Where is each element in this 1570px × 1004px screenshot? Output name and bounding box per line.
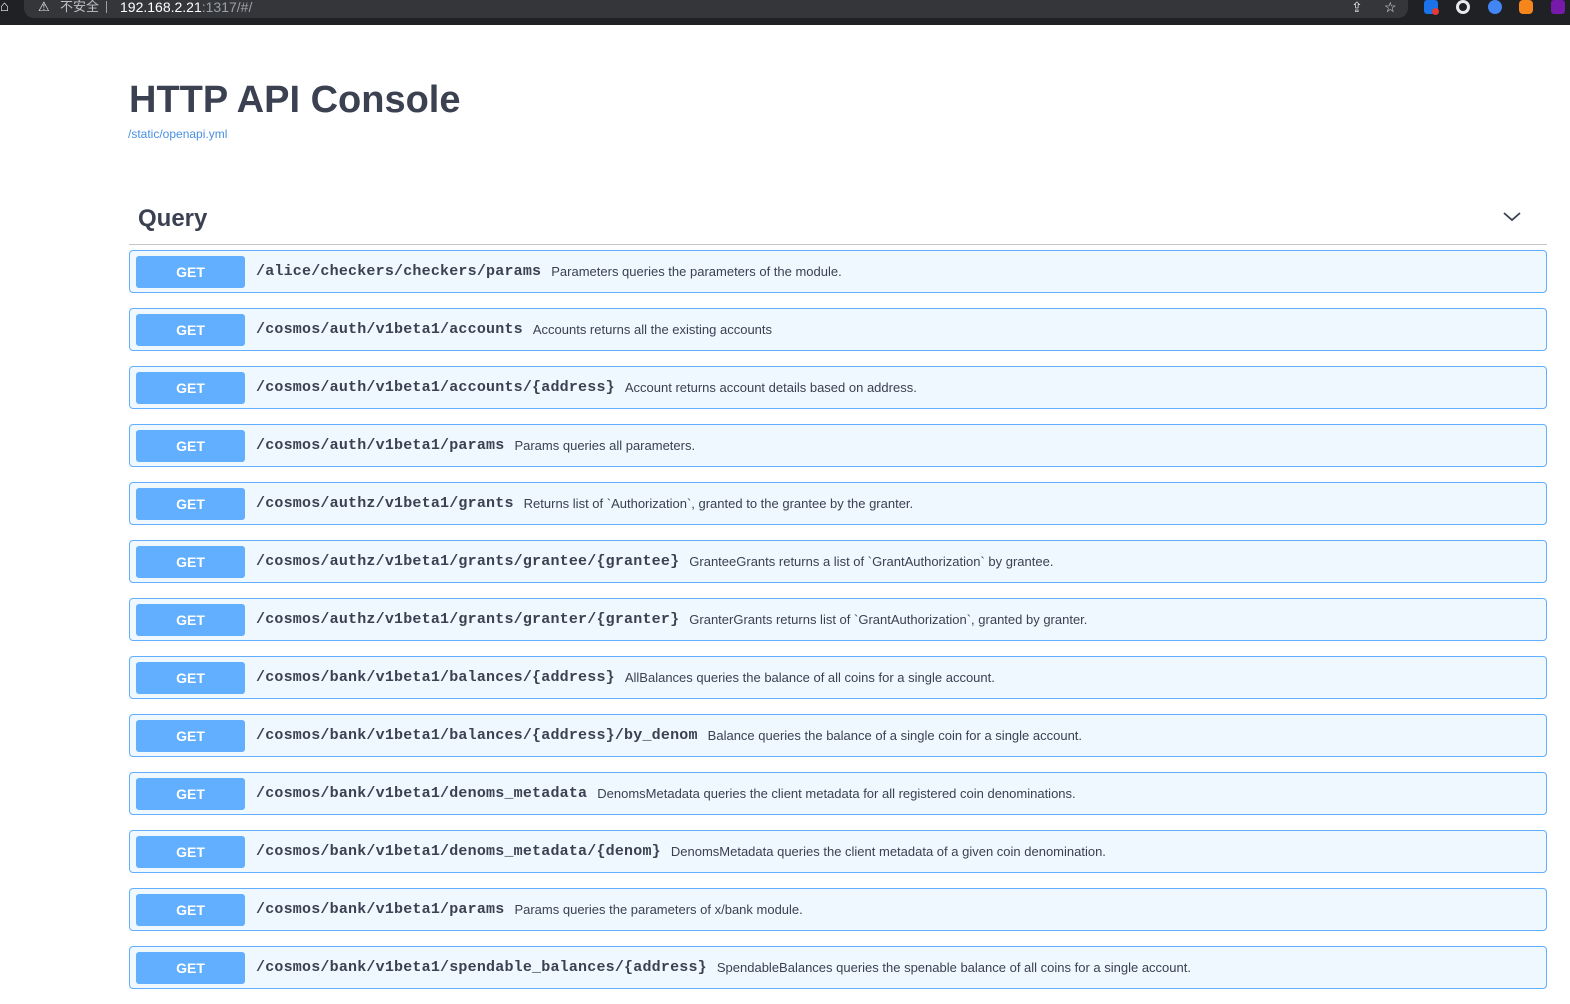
operation-path: /cosmos/authz/v1beta1/grants/grantee/{gr…: [256, 553, 680, 570]
browser-toolbar: ⌂ ⚠ 不安全 192.168.2.21:1317/#/ ⇪ ☆: [0, 0, 1570, 25]
extension-icon[interactable]: [1488, 0, 1502, 14]
operation-summary: /cosmos/bank/v1beta1/balances/{address} A…: [256, 657, 995, 698]
operation-description: Params queries the parameters of x/bank …: [514, 902, 803, 917]
operation-summary: /cosmos/authz/v1beta1/grants/granter/{gr…: [256, 599, 1087, 640]
operation-description: GranterGrants returns list of `GrantAuth…: [689, 612, 1088, 627]
operation-summary: /cosmos/auth/v1beta1/params Params querie…: [256, 425, 695, 466]
url-path: :1317/#/: [201, 0, 253, 15]
method-badge-get: GET: [136, 662, 245, 694]
method-badge-get: GET: [136, 720, 245, 752]
operation-summary: /cosmos/bank/v1beta1/balances/{address}/…: [256, 715, 1082, 756]
method-badge-get: GET: [136, 604, 245, 636]
operation-description: Returns list of `Authorization`, granted…: [523, 496, 914, 511]
operation-description: SpendableBalances queries the spenable b…: [716, 960, 1191, 975]
insecure-label[interactable]: 不安全: [60, 0, 99, 14]
operation-row[interactable]: GET /cosmos/authz/v1beta1/grants/granter…: [129, 598, 1547, 641]
operation-description: DenomsMetadata queries the client metada…: [597, 786, 1076, 801]
method-badge-get: GET: [136, 836, 245, 868]
notification-dot: [1432, 8, 1439, 15]
spec-link[interactable]: /static/openapi.yml: [128, 126, 227, 142]
tag-name: Query: [138, 205, 208, 232]
onenote-icon[interactable]: [1551, 0, 1565, 14]
page-title: HTTP API Console: [129, 79, 461, 121]
method-badge-get: GET: [136, 488, 245, 520]
operation-summary: /cosmos/bank/v1beta1/denoms_metadata/{de…: [256, 831, 1106, 872]
operation-description: Account returns account details based on…: [624, 380, 917, 395]
operation-row[interactable]: GET /cosmos/authz/v1beta1/grants/grantee…: [129, 540, 1547, 583]
operation-summary: /cosmos/authz/v1beta1/grants Returns list…: [256, 483, 913, 524]
share-icon[interactable]: ⇪: [1351, 0, 1363, 14]
operation-path: /cosmos/auth/v1beta1/accounts: [256, 321, 523, 338]
operation-row[interactable]: GET /alice/checkers/checkers/params Param…: [129, 250, 1547, 293]
tag-section-header[interactable]: Query: [129, 195, 1547, 245]
operation-row[interactable]: GET /cosmos/auth/v1beta1/accounts/{addre…: [129, 366, 1547, 409]
operation-path: /cosmos/authz/v1beta1/grants: [256, 495, 514, 512]
operation-description: AllBalances queries the balance of all c…: [624, 670, 995, 685]
operation-row[interactable]: GET /cosmos/authz/v1beta1/grants Returns …: [129, 482, 1547, 525]
method-badge-get: GET: [136, 952, 245, 984]
operation-row[interactable]: GET /cosmos/bank/v1beta1/denoms_metadata…: [129, 830, 1547, 873]
operation-description: Balance queries the balance of a single …: [707, 728, 1083, 743]
operations-list: GET /alice/checkers/checkers/params Param…: [129, 250, 1547, 1004]
chevron-down-icon[interactable]: [1503, 209, 1521, 223]
warning-icon[interactable]: ⚠: [38, 0, 50, 14]
method-badge-get: GET: [136, 372, 245, 404]
operation-path: /cosmos/bank/v1beta1/balances/{address}/…: [256, 727, 698, 744]
operation-path: /cosmos/auth/v1beta1/accounts/{address}: [256, 379, 615, 396]
operation-summary: /cosmos/bank/v1beta1/spendable_balances/…: [256, 947, 1191, 988]
operation-path: /cosmos/bank/v1beta1/denoms_metadata: [256, 785, 588, 802]
address-divider: [106, 1, 107, 13]
address-bar[interactable]: ⚠ 不安全 192.168.2.21:1317/#/ ⇪ ☆: [24, 0, 1408, 18]
operation-row[interactable]: GET /cosmos/auth/v1beta1/params Params qu…: [129, 424, 1547, 467]
operation-summary: /cosmos/authz/v1beta1/grants/grantee/{gr…: [256, 541, 1053, 582]
url-host: 192.168.2.21: [120, 0, 202, 15]
operation-path: /cosmos/bank/v1beta1/params: [256, 901, 505, 918]
operation-path: /cosmos/bank/v1beta1/spendable_balances/…: [256, 959, 707, 976]
operation-row[interactable]: GET /cosmos/bank/v1beta1/params Params qu…: [129, 888, 1547, 931]
method-badge-get: GET: [136, 256, 245, 288]
operation-summary: /alice/checkers/checkers/params Parameter…: [256, 251, 842, 292]
method-badge-get: GET: [136, 778, 245, 810]
home-icon[interactable]: ⌂: [0, 0, 16, 16]
operation-summary: /cosmos/bank/v1beta1/params Params querie…: [256, 889, 803, 930]
extension-icon-inner: [1459, 3, 1467, 11]
operation-row[interactable]: GET /cosmos/bank/v1beta1/balances/{addre…: [129, 656, 1547, 699]
operation-description: DenomsMetadata queries the client metada…: [670, 844, 1106, 859]
operation-description: Parameters queries the parameters of the…: [551, 264, 842, 279]
extension-icon[interactable]: [1424, 0, 1439, 15]
operation-summary: /cosmos/auth/v1beta1/accounts/{address} A…: [256, 367, 917, 408]
method-badge-get: GET: [136, 894, 245, 926]
operation-description: Accounts returns all the existing accoun…: [532, 322, 773, 337]
method-badge-get: GET: [136, 314, 245, 346]
operation-description: GranteeGrants returns a list of `GrantAu…: [689, 554, 1054, 569]
url-text[interactable]: 192.168.2.21:1317/#/: [120, 0, 252, 14]
metamask-fox-icon[interactable]: [1519, 0, 1533, 14]
operation-path: /cosmos/bank/v1beta1/balances/{address}: [256, 669, 615, 686]
operation-summary: /cosmos/auth/v1beta1/accounts Accounts re…: [256, 309, 772, 350]
method-badge-get: GET: [136, 546, 245, 578]
operation-path: /cosmos/bank/v1beta1/denoms_metadata/{de…: [256, 843, 661, 860]
operation-row[interactable]: GET /cosmos/auth/v1beta1/accounts Account…: [129, 308, 1547, 351]
extension-icon[interactable]: [1456, 0, 1470, 14]
method-badge-get: GET: [136, 430, 245, 462]
bookmark-star-icon[interactable]: ☆: [1384, 0, 1397, 14]
operation-path: /alice/checkers/checkers/params: [256, 263, 542, 280]
operation-row[interactable]: GET /cosmos/bank/v1beta1/balances/{addre…: [129, 714, 1547, 757]
operation-path: /cosmos/auth/v1beta1/params: [256, 437, 505, 454]
operation-summary: /cosmos/bank/v1beta1/denoms_metadata Deno…: [256, 773, 1076, 814]
operation-row[interactable]: GET /cosmos/bank/v1beta1/denoms_metadata…: [129, 772, 1547, 815]
operation-path: /cosmos/authz/v1beta1/grants/granter/{gr…: [256, 611, 680, 628]
operation-description: Params queries all parameters.: [514, 438, 696, 453]
